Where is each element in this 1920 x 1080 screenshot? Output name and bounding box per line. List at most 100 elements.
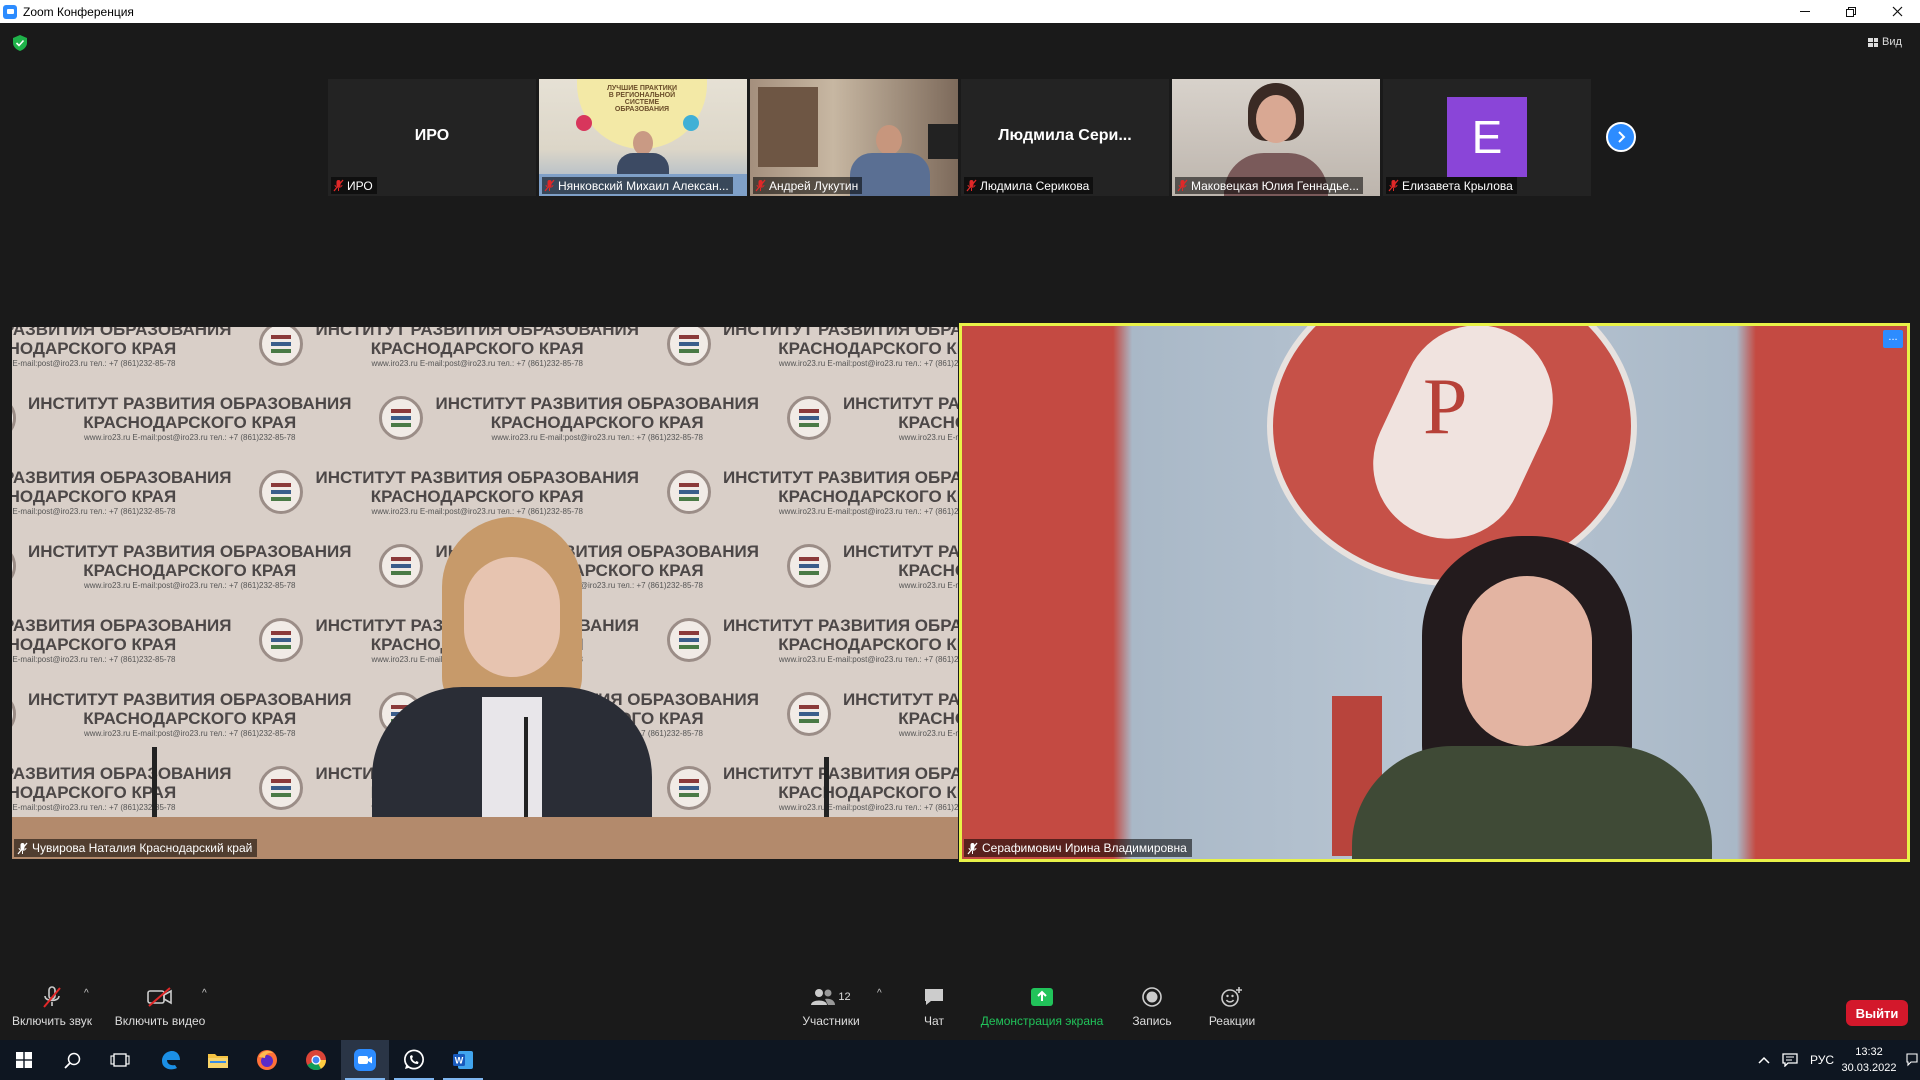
- backdrop-title-line: ИНСТИТУТ РАЗВИТИЯ ОБРАЗОВАНИЯ: [722, 615, 958, 635]
- chrome-icon: [306, 1050, 327, 1071]
- action-center-tray[interactable]: [1782, 1040, 1798, 1080]
- participants-button[interactable]: 12 Участники: [796, 984, 866, 1038]
- chevron-up-icon: [1758, 1056, 1770, 1064]
- participant-thumbnail[interactable]: E Елизавета Крылова: [1383, 79, 1591, 196]
- poster-badge-left: [576, 115, 592, 131]
- file-explorer-taskbar-button[interactable]: [194, 1040, 242, 1080]
- participant-name: Маковецкая Юлия Геннадье...: [1191, 178, 1360, 193]
- backdrop-title-line: ИНСТИТУТ РАЗВИТИЯ ОБРАЗОВАНИЯ: [12, 327, 232, 339]
- taskbar-clock[interactable]: 13:32 30.03.2022: [1834, 1044, 1904, 1076]
- notification-icon: [1906, 1053, 1918, 1067]
- more-options-button[interactable]: ...: [1883, 330, 1903, 348]
- chat-button[interactable]: Чат: [912, 984, 956, 1038]
- backdrop-title-line: ИНСТИТУТ РАЗВИТИЯ ОБРАЗОВАНИЯ: [28, 689, 352, 709]
- backdrop-text: ИНСТИТУТ РАЗВИТИЯ ОБРАЗОВАНИЯКРАСНОДАРСК…: [435, 394, 758, 443]
- mic-muted-icon: [43, 986, 61, 1008]
- search-icon: [63, 1052, 80, 1069]
- backdrop-item: ИНСТИТУТ РАЗВИТИЯ ОБРАЗОВАНИЯКРАСНОДАРСК…: [12, 616, 231, 665]
- backdrop-title-line: КРАСНОДАРСКОГО КРАЯ: [898, 708, 958, 728]
- backdrop-title-line: ИНСТИТУТ РАЗВИТИЯ ОБРАЗОВАНИЯ: [12, 467, 232, 487]
- backdrop-text: ИНСТИТУТ РАЗВИТИЯ ОБРАЗОВАНИЯКРАСНОДАРСК…: [12, 468, 231, 517]
- participant-name-tag: Людмила Серикова: [964, 177, 1094, 194]
- institute-logo: [259, 470, 304, 514]
- backdrop-contacts: www.iro23.ru E-mail:post@iro23.ru тел.: …: [898, 432, 958, 442]
- task-view-button[interactable]: [96, 1040, 144, 1080]
- backdrop-contacts: www.iro23.ru E-mail:post@iro23.ru тел.: …: [371, 506, 583, 516]
- close-button[interactable]: [1874, 0, 1920, 23]
- edge-icon: [162, 1051, 180, 1070]
- close-icon: [1892, 6, 1902, 17]
- backdrop-item: ИНСТИТУТ РАЗВИТИЯ ОБРАЗОВАНИЯКРАСНОДАРСК…: [666, 468, 958, 517]
- participants-icon: [811, 989, 836, 1005]
- restore-button[interactable]: [1828, 0, 1874, 23]
- backdrop-text: ИНСТИТУТ РАЗВИТИЯ ОБРАЗОВАНИЯКРАСНОДАРСК…: [723, 468, 958, 517]
- institute-logo: [259, 766, 304, 810]
- zoom-taskbar-button[interactable]: [341, 1040, 389, 1080]
- unmute-label: Включить звук: [11, 1014, 93, 1028]
- poster-line: В РЕГИОНАЛЬНОЙ: [608, 92, 676, 99]
- taskbar-search-button[interactable]: [48, 1040, 96, 1080]
- firefox-taskbar-button[interactable]: [243, 1040, 291, 1080]
- backdrop-contacts: www.iro23.ru E-mail:post@iro23.ru тел.: …: [12, 654, 176, 664]
- institute-logo: [666, 327, 711, 366]
- mic-muted-icon: [1177, 179, 1188, 192]
- institute-logo: [379, 396, 424, 440]
- share-screen-button[interactable]: Демонстрация экрана: [975, 984, 1109, 1038]
- start-video-label: Включить видео: [114, 1014, 206, 1028]
- backdrop-row: ИНСТИТУТ РАЗВИТИЯ ОБРАЗОВАНИЯКРАСНОДАРСК…: [12, 327, 958, 381]
- backdrop-text: ИНСТИТУТ РАЗВИТИЯ ОБРАЗОВАНИЯКРАСНОДАРСК…: [723, 327, 958, 369]
- input-language-indicator[interactable]: РУС: [1810, 1040, 1834, 1080]
- backdrop-title-line: КРАСНОДАРСКОГО КРАЯ: [778, 782, 958, 802]
- participant-thumbnail[interactable]: Маковецкая Юлия Геннадье...: [1172, 79, 1380, 196]
- security-shield-icon[interactable]: [13, 35, 27, 51]
- participant-thumbnail[interactable]: Людмила Сери... Людмила Серикова: [961, 79, 1169, 196]
- reactions-label: Реакции: [1208, 1014, 1256, 1028]
- backdrop-title-line: КРАСНОДАРСКОГО КРАЯ: [12, 486, 177, 506]
- show-hidden-icons-button[interactable]: [1758, 1040, 1770, 1080]
- participant-name: Елизавета Крылова: [1402, 178, 1513, 193]
- participant-thumbnail[interactable]: ЛУЧШИЕ ПРАКТИКИ В РЕГИОНАЛЬНОЙ СИСТЕМЕ О…: [539, 79, 747, 196]
- chat-icon: [925, 989, 943, 1005]
- backdrop-text: ИНСТИТУТ РАЗВИТИЯ ОБРАЗОВАНИЯКРАСНОДАРСК…: [12, 327, 231, 369]
- backdrop-title-line: КРАСНОДАРСКОГО КРАЯ: [83, 708, 297, 728]
- monitor: [928, 124, 958, 159]
- task-view-icon: [110, 1053, 130, 1067]
- backdrop-title-line: КРАСНОДАРСКОГО КРАЯ: [898, 560, 958, 580]
- participant-thumbnail[interactable]: Андрей Лукутин: [750, 79, 958, 196]
- backdrop-title-line: КРАСНОДАРСКОГО КРАЯ: [12, 634, 177, 654]
- whatsapp-taskbar-button[interactable]: [390, 1040, 438, 1080]
- notification-button[interactable]: [1904, 1040, 1920, 1080]
- backdrop-title-line: КРАСНОДАРСКОГО КРАЯ: [83, 560, 297, 580]
- video-options-caret-icon[interactable]: ^: [202, 988, 212, 999]
- windows-taskbar: W РУС 13:32 30.03.2022: [0, 1040, 1920, 1080]
- backdrop-item: ИНСТИТУТ РАЗВИТИЯ ОБРАЗОВАНИЯКРАСНОДАРСК…: [786, 690, 958, 739]
- record-button[interactable]: Запись: [1128, 984, 1176, 1038]
- participant-thumbnail[interactable]: ИРО ИРО: [328, 79, 536, 196]
- zoom-window: Zoom Конференция Вид ИРО ИРО ЛУЧШИЕ ПРАК…: [0, 0, 1920, 1080]
- leave-meeting-button[interactable]: Выйти: [1846, 1000, 1908, 1026]
- video-tile[interactable]: ИНСТИТУТ РАЗВИТИЯ ОБРАЗОВАНИЯКРАСНОДАРСК…: [12, 327, 958, 859]
- start-video-button[interactable]: Включить видео: [112, 984, 208, 1038]
- participant-name-tag: Маковецкая Юлия Геннадье...: [1175, 177, 1364, 194]
- backdrop-title-line: ИНСТИТУТ РАЗВИТИЯ ОБРАЗОВАНИЯ: [842, 541, 958, 561]
- windows-logo-icon: [16, 1052, 32, 1068]
- backdrop-contacts: www.iro23.ru E-mail:post@iro23.ru тел.: …: [12, 802, 176, 812]
- mic-muted-icon: [17, 842, 28, 854]
- backdrop-title-line: ИНСТИТУТ РАЗВИТИЯ ОБРАЗОВАНИЯ: [842, 393, 958, 413]
- participant-name: Людмила Серикова: [980, 178, 1090, 193]
- minimize-button[interactable]: [1782, 0, 1828, 23]
- unmute-button[interactable]: Включить звук: [8, 984, 96, 1038]
- institute-logo: [12, 544, 16, 588]
- active-speaker-tile[interactable]: Р ... Серафимович Ирина Владимировна: [959, 323, 1910, 862]
- reactions-button[interactable]: Реакции: [1204, 984, 1260, 1038]
- view-button[interactable]: Вид: [1868, 34, 1902, 50]
- participants-options-caret-icon[interactable]: ^: [877, 988, 887, 999]
- chrome-taskbar-button[interactable]: [292, 1040, 340, 1080]
- backdrop-row: ИНСТИТУТ РАЗВИТИЯ ОБРАЗОВАНИЯКРАСНОДАРСК…: [12, 381, 958, 455]
- word-taskbar-button[interactable]: W: [439, 1040, 487, 1080]
- audio-options-caret-icon[interactable]: ^: [84, 988, 94, 999]
- start-button[interactable]: [0, 1040, 48, 1080]
- edge-taskbar-button[interactable]: [146, 1040, 194, 1080]
- next-page-button[interactable]: [1606, 122, 1636, 152]
- svg-text:W: W: [455, 1056, 464, 1066]
